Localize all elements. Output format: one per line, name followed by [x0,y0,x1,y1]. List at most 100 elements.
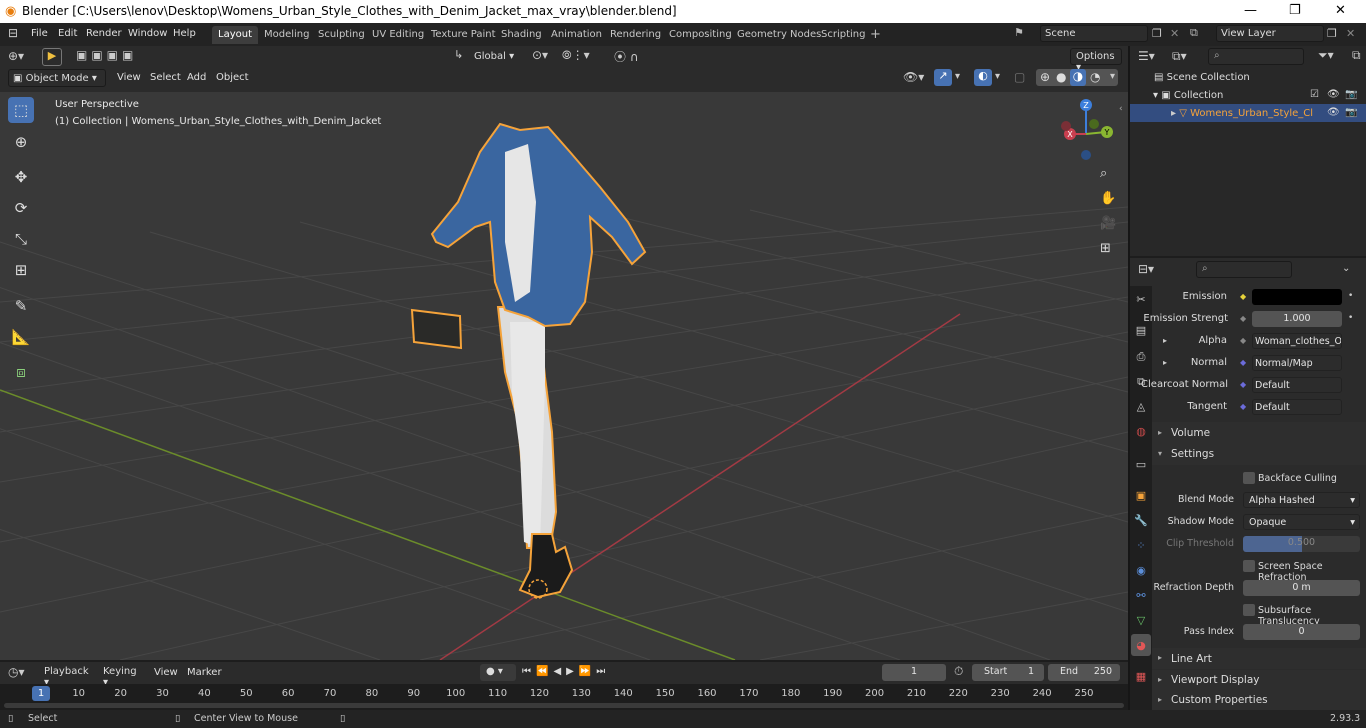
add-workspace-icon[interactable]: + [870,27,881,42]
tab-texture-paint[interactable]: Texture Paint [425,26,502,44]
navigation-gizmo[interactable]: Z Y X [1061,99,1113,160]
shadow-mode-dropdown[interactable]: Opaque ▾ [1243,514,1360,530]
tab-modeling[interactable]: Modeling [258,26,316,44]
object-mode-dropdown[interactable]: ▣ Object Mode ▾ [8,69,106,87]
filter-icon[interactable]: ⏷▾ [1318,48,1334,63]
orthographic-grid-icon[interactable]: ⊞ [1100,241,1111,256]
material-shading-icon[interactable]: ◑ [1070,69,1086,86]
particles-tab-icon[interactable]: ⁘ [1134,539,1148,553]
data-tab-icon[interactable]: ▽ [1134,614,1148,628]
collection-visibility-icon[interactable]: 👁 [1327,89,1340,100]
blend-mode-dropdown[interactable]: Alpha Hashed ▾ [1243,492,1360,508]
shading-dropdown-icon[interactable]: ▾ [1110,71,1115,82]
tab-geometry-nodes[interactable]: Geometry Nodes [731,26,827,44]
output-tab-icon[interactable]: ⎙ [1134,350,1148,364]
timeline-menu-view[interactable]: View [154,667,178,678]
volume-panel-header[interactable]: ▸ Volume [1152,422,1366,444]
pivot-icon[interactable]: ⊙▾ [532,48,548,62]
sidebar-toggle-icon[interactable]: ‹ [1119,104,1123,114]
minimize-icon[interactable]: — [1244,3,1257,18]
properties-options-icon[interactable]: ⌄ [1342,263,1350,274]
ssr-checkbox[interactable] [1243,560,1255,572]
pan-hand-icon[interactable]: ✋ [1100,191,1116,206]
tab-uv-editing[interactable]: UV Editing [366,26,430,44]
overlay-dropdown-icon[interactable]: ▾ [995,71,1000,82]
solid-shading-icon[interactable]: ● [1056,70,1066,84]
settings-panel-header[interactable]: ▾ Settings [1152,444,1366,465]
3d-viewport[interactable]: Z Y X [0,92,1128,660]
emission-socket-icon[interactable]: ◆ [1240,292,1246,301]
delete-view-layer-icon[interactable]: ✕ [1346,27,1355,40]
tool-tab-icon[interactable]: ✂ [1134,293,1148,307]
emission-color-field[interactable] [1252,289,1342,305]
transform-tool-icon[interactable]: ⊞ [8,257,34,283]
select-box-tool-icon[interactable]: ⬚ [8,97,34,123]
tangent-socket-icon[interactable]: ◆ [1240,402,1246,411]
zoom-icon[interactable]: ⌕ [1100,166,1107,181]
constraints-tab-icon[interactable]: ⚯ [1134,589,1148,603]
refraction-depth-field[interactable]: 0 m [1243,580,1360,596]
line-art-panel-header[interactable]: ▸ Line Art [1152,648,1366,669]
maximize-icon[interactable]: ❐ [1289,3,1301,18]
gizmo-dropdown-icon[interactable]: ▾ [955,71,960,82]
normal-expand-icon[interactable]: ▸ [1163,358,1167,367]
alpha-field[interactable]: Woman_clothes_Op... [1252,333,1342,349]
tab-layout[interactable]: Layout [212,26,258,44]
viewport-menu-select[interactable]: Select [150,72,181,83]
scale-tool-icon[interactable]: ⤡ [8,226,34,252]
viewport-menu-add[interactable]: Add [187,72,206,83]
keying-menu[interactable]: Keying ▾ [99,664,145,688]
tangent-field[interactable]: Default [1252,399,1342,415]
timeline-editor-icon[interactable]: ◷▾ [8,665,25,679]
add-cube-tool-icon[interactable]: ⧈ [8,359,34,385]
subsurface-checkbox[interactable] [1243,604,1255,616]
texture-tab-icon[interactable]: ▦ [1134,670,1148,684]
menu-file[interactable]: File [31,28,48,39]
proportional-edit-icon[interactable]: ⦿ ∩ [614,48,639,65]
delete-scene-icon[interactable]: ✕ [1170,27,1179,40]
scene-tab-icon[interactable]: ◬ [1134,400,1148,414]
outliner-row-object[interactable]: ▸ ▽ Womens_Urban_Style_Cl [1171,108,1313,119]
pass-index-field[interactable]: 0 [1243,624,1360,640]
scene-selector[interactable]: Scene [1040,25,1148,42]
emission-strength-socket-icon[interactable]: ◆ [1240,314,1246,323]
custom-properties-panel-header[interactable]: ▸ Custom Properties [1152,690,1366,710]
properties-search-input[interactable]: ⌕ [1196,261,1292,278]
menu-window[interactable]: Window [128,28,167,39]
tab-shading[interactable]: Shading [495,26,548,44]
new-view-layer-icon[interactable]: ❐ [1327,27,1337,40]
emission-strength-field[interactable]: 1.000 [1252,311,1342,327]
properties-editor-icon[interactable]: ⊟▾ [1138,262,1154,276]
collection-checkbox-icon[interactable]: ☑ [1310,89,1319,100]
scene-icon[interactable]: ⚑ [1014,26,1038,42]
clip-threshold-slider[interactable]: 0.500 [1243,536,1360,552]
normal-socket-icon[interactable]: ◆ [1240,358,1246,367]
modifier-tab-icon[interactable]: 🔧 [1134,514,1148,528]
menu-edit[interactable]: Edit [58,28,77,39]
select-mode-icons[interactable]: ▣▣▣▣ [76,48,162,66]
timeline-scrollbar[interactable] [4,703,1124,708]
tab-scripting[interactable]: Scripting [815,26,871,44]
view-layer-icon[interactable]: ⧉ [1190,26,1214,42]
viewport-menu-view[interactable]: View [117,72,141,83]
outliner-row-scene-collection[interactable]: ▤ Scene Collection [1154,72,1250,83]
alpha-socket-icon[interactable]: ◆ [1240,336,1246,345]
backface-culling-checkbox[interactable] [1243,472,1255,484]
normal-field[interactable]: Normal/Map [1252,355,1342,371]
view-layer-selector[interactable]: View Layer [1216,25,1324,42]
timeline-menu-marker[interactable]: Marker [187,667,222,678]
measure-tool-icon[interactable]: 📐 [8,324,34,350]
tab-animation[interactable]: Animation [545,26,608,44]
emission-strength-keyframe-icon[interactable]: • [1348,313,1353,323]
xray-icon[interactable]: ▢ [1014,70,1025,84]
outliner-editor-icon[interactable]: ☰▾ [1138,49,1155,63]
options-dropdown[interactable]: Options ▾ [1070,48,1122,73]
editor-type-icon[interactable]: ⊟ [8,26,32,42]
move-tool-icon[interactable]: ✥ [8,164,34,190]
playback-menu[interactable]: Playback ▾ [40,664,96,688]
tab-rendering[interactable]: Rendering [604,26,667,44]
alpha-expand-icon[interactable]: ▸ [1163,336,1167,345]
expand-collection-icon[interactable]: ▾ [1153,90,1161,101]
menu-help[interactable]: Help [173,28,196,39]
playback-controls[interactable]: ⏮⏪◀▶⏩⏭ [522,664,630,681]
